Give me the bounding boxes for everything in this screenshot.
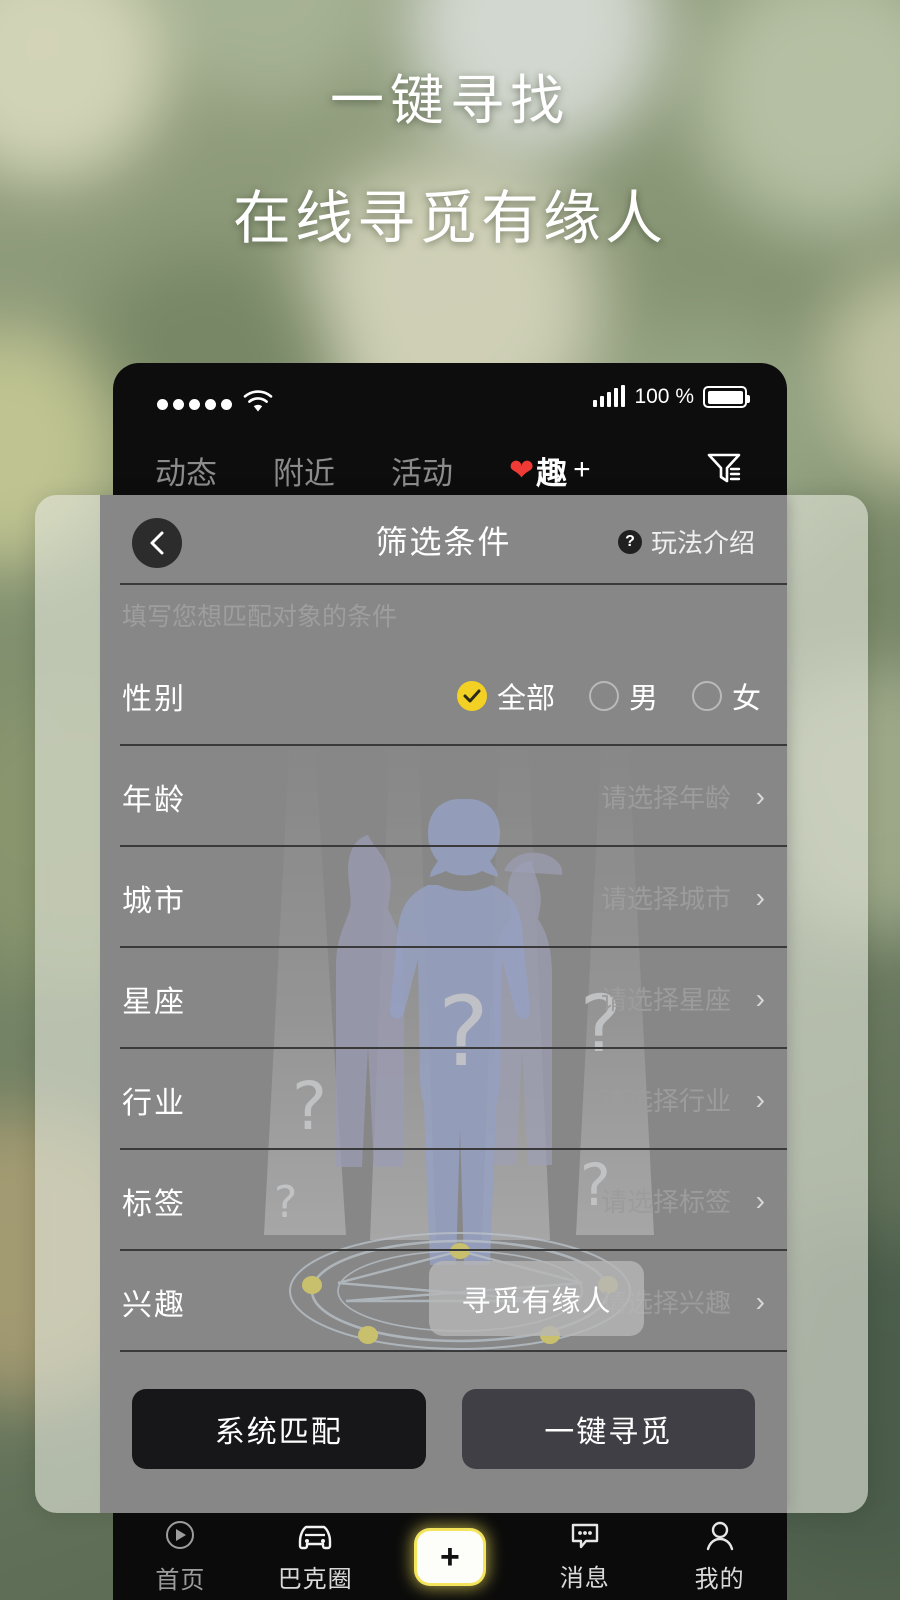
help-link-label: 玩法介绍: [650, 528, 755, 558]
chevron-right-icon: ›: [755, 1285, 765, 1317]
tab-huodong[interactable]: 活动: [391, 448, 453, 493]
radio-unselected-icon: [588, 680, 619, 711]
filter-row-gender[interactable]: 性别 全部 男 女: [100, 645, 787, 746]
row-label: 兴趣: [122, 1288, 186, 1322]
row-value: 请选择行业: [600, 1086, 731, 1116]
row-divider: [120, 1350, 787, 1352]
hero-headline: 一键寻找 在线寻觅有缘人: [0, 74, 900, 248]
gender-option-female[interactable]: 女: [691, 675, 761, 717]
bottom-navigation-bar: 首页 巴克圈 + 消息 我的: [113, 1513, 787, 1600]
gender-option-male-label: 男: [628, 682, 658, 715]
filter-funnel-icon[interactable]: [703, 447, 745, 494]
nav-item-messages[interactable]: 消息: [529, 1520, 641, 1593]
row-value: 请选择城市: [600, 884, 731, 914]
tab-qu-plus-glyph: +: [573, 453, 591, 486]
row-value: 请选择星座: [600, 985, 731, 1015]
chevron-right-icon: ›: [755, 1184, 765, 1216]
wifi-icon: [243, 390, 273, 418]
hero-line-2: 在线寻觅有缘人: [232, 186, 667, 251]
play-circle-icon: [166, 1521, 195, 1549]
nav-item-create[interactable]: +: [394, 1530, 506, 1583]
tab-fujin[interactable]: 附近: [273, 448, 335, 493]
filter-row-tags[interactable]: 标签 请选择标签 ›: [100, 1150, 787, 1251]
nav-item-home-label: 首页: [155, 1567, 206, 1594]
seek-match-pill-button[interactable]: 寻觅有缘人: [429, 1261, 644, 1336]
row-label: 标签: [122, 1187, 186, 1221]
gender-option-all-label: 全部: [496, 682, 555, 715]
person-icon: [706, 1521, 733, 1551]
battery-icon: [703, 386, 750, 408]
nav-item-messages-label: 消息: [559, 1565, 610, 1592]
header-divider: [120, 583, 787, 585]
row-value: 请选择年龄: [600, 783, 731, 813]
radio-unselected-icon: [691, 680, 722, 711]
row-value: 请选择标签: [600, 1187, 731, 1217]
carrier-dots-icon: [157, 398, 232, 410]
chat-bubble-icon: [571, 1523, 598, 1549]
gender-option-all[interactable]: 全部: [456, 675, 555, 717]
filter-rows: 性别 全部 男 女 年龄 请选择年龄 › 城市 请选择城市 › 星座 请选择星座…: [100, 645, 787, 1352]
status-bar-left: [157, 390, 273, 418]
help-link[interactable]: ? 玩法介绍: [617, 523, 755, 560]
plus-icon[interactable]: +: [416, 1530, 483, 1583]
one-key-seek-button[interactable]: 一键寻觅: [461, 1389, 755, 1469]
panel-subtitle: 填写您想匹配对象的条件: [122, 603, 398, 631]
signal-bars-icon: [592, 385, 626, 407]
filter-row-industry[interactable]: 行业 请选择行业 ›: [100, 1049, 787, 1150]
nav-item-profile-label: 我的: [694, 1566, 745, 1593]
status-bar: 100 %: [113, 363, 787, 429]
system-match-button[interactable]: 系统匹配: [132, 1389, 426, 1469]
row-label: 星座: [122, 985, 186, 1019]
nav-item-bakequan[interactable]: 巴克圈: [259, 1519, 371, 1594]
question-mark-icon: ?: [617, 529, 642, 554]
chevron-right-icon: ›: [755, 1083, 765, 1115]
nav-item-profile[interactable]: 我的: [664, 1519, 776, 1594]
row-label: 城市: [122, 884, 186, 918]
filter-row-city[interactable]: 城市 请选择城市 ›: [100, 847, 787, 948]
plus-glyph: +: [440, 1537, 460, 1576]
nav-item-home[interactable]: 首页: [124, 1518, 236, 1595]
modal-action-bar: 系统匹配 一键寻觅: [100, 1389, 787, 1469]
car-icon: [298, 1525, 332, 1550]
filter-row-age[interactable]: 年龄 请选择年龄 ›: [100, 746, 787, 847]
row-label: 行业: [122, 1086, 186, 1120]
gender-option-female-label: 女: [731, 682, 761, 715]
heart-icon: ❤: [509, 453, 535, 487]
check-icon: [456, 680, 487, 711]
tab-dongtai[interactable]: 动态: [155, 448, 217, 493]
chevron-right-icon: ›: [755, 982, 765, 1014]
modal-header: 筛选条件 ? 玩法介绍: [100, 495, 787, 585]
app-screen: 一键寻找 在线寻觅有缘人 100 % 动态 附近 活动 ❤ 趣 + ? ? ? …: [0, 0, 900, 1600]
chevron-right-icon: ›: [755, 780, 765, 812]
filter-modal: ? ? ? ? ? 筛选条件 ? 玩法介绍 填写您想匹配对象的条件 性别 全部 …: [100, 495, 787, 1513]
gender-options: 全部 男 女: [456, 675, 761, 717]
battery-percent-label: 100 %: [634, 385, 694, 408]
row-label: 年龄: [122, 783, 186, 817]
filter-row-constellation[interactable]: 星座 请选择星座 ›: [100, 948, 787, 1049]
gender-option-male[interactable]: 男: [588, 675, 658, 717]
tab-qu-plus[interactable]: ❤ 趣 +: [509, 448, 591, 510]
gender-label: 性别: [122, 682, 186, 716]
hero-line-1: 一键寻找: [330, 71, 570, 131]
status-bar-right: 100 %: [592, 385, 750, 409]
nav-item-bakequan-label: 巴克圈: [277, 1566, 353, 1593]
chevron-right-icon: ›: [755, 881, 765, 913]
tab-qu-label: 趣: [536, 455, 568, 491]
